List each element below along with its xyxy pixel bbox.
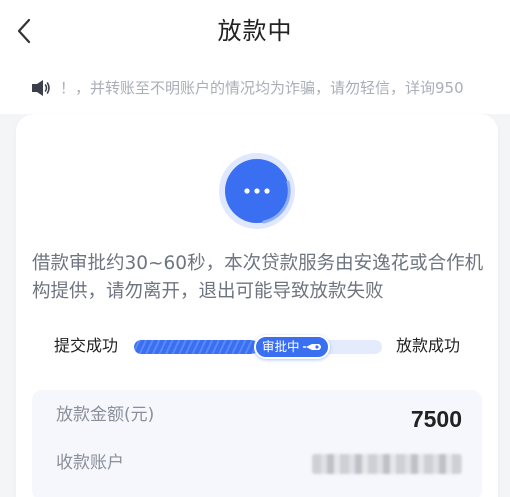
header-bar: 放款中 xyxy=(0,0,510,62)
amount-value: 7500 xyxy=(410,406,462,432)
page-title: 放款中 xyxy=(217,17,293,45)
account-label: 收款账户 xyxy=(56,453,124,473)
progress-steps: 提交成功 审批中 放款成功 xyxy=(0,330,510,362)
amount-label: 放款金额(元) xyxy=(56,405,155,425)
notice-bar: ！，并转账至不明账户的情况均为诈骗，请勿轻信，详询950 xyxy=(0,62,510,114)
account-value-masked xyxy=(312,454,462,474)
approval-description: 借款审批约30~60秒，本次贷款服务由安逸花或合作机构提供，请勿离开，退出可能导… xyxy=(32,253,484,302)
current-step-badge: 审批中 xyxy=(254,335,330,359)
speaker-icon xyxy=(32,80,50,96)
more-dots-icon xyxy=(219,153,295,229)
progress-fill xyxy=(134,340,258,354)
step-submitted-label: 提交成功 xyxy=(54,336,119,355)
rocket-icon xyxy=(302,344,321,350)
current-step-label: 审批中 xyxy=(262,339,300,354)
loan-info-box: 放款金额(元) 7500 收款账户 xyxy=(32,390,482,497)
notice-text: ！，并转账至不明账户的情况均为诈骗，请勿轻信，详询950 xyxy=(60,79,464,97)
step-disbursed-label: 放款成功 xyxy=(396,336,461,355)
